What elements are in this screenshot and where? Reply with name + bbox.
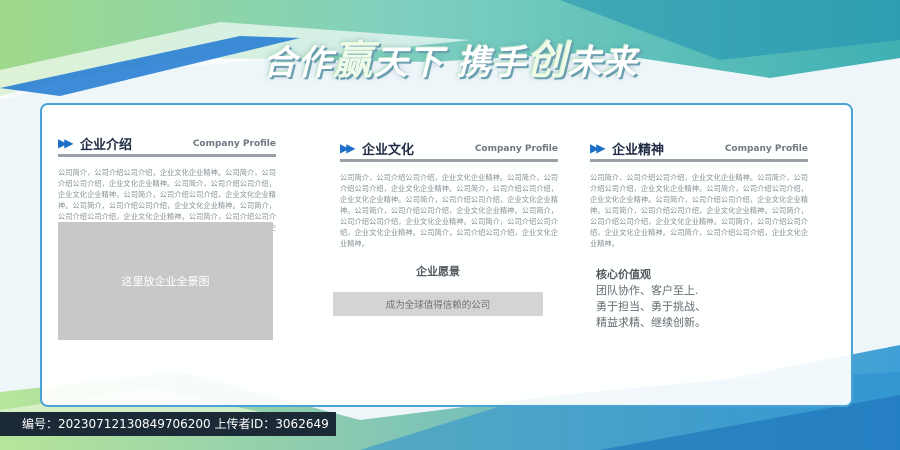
column-company-culture: ▶▶ 企业文化 Company Profile 公司简介，公司介绍公司介绍，企业…: [340, 138, 558, 249]
core-values-line-3: 精益求精、继续创新。: [596, 316, 706, 329]
title-part-3: 未来: [567, 43, 638, 83]
title-part-1: 合作: [262, 43, 333, 83]
column-subtitle: Company Profile: [474, 144, 558, 154]
column-body: 公司简介，公司介绍公司介绍，企业文化企业精神。公司简介，公司介绍公司介绍，企业文…: [590, 173, 808, 248]
vision-bar: 成为全球值得信赖的公司: [333, 292, 543, 316]
banner-title: 合作赢天下 携手创未来: [0, 28, 900, 86]
core-values-title: 核心价值观: [596, 268, 651, 281]
column-company-spirit: ▶▶ 企业精神 Company Profile 公司简介，公司介绍公司介绍，企业…: [590, 138, 808, 249]
core-values-line-1: 团队协作、客户至上.: [596, 284, 699, 297]
double-arrow-icon: ▶▶: [58, 136, 74, 150]
vision-title: 企业愿景: [416, 265, 460, 278]
title-big-char-1: 赢: [332, 38, 374, 84]
column-underline: [340, 159, 558, 162]
footer-text: 编号：20230712130849706200 上传者ID：3062649: [22, 417, 329, 431]
double-arrow-icon: ▶▶: [590, 141, 606, 155]
core-values-line-2: 勇于担当、勇于挑战、: [596, 300, 706, 313]
column-title: 企业精神: [612, 143, 665, 158]
column-subtitle: Company Profile: [192, 139, 276, 149]
column-body: 公司简介，公司介绍公司介绍，企业文化企业精神。公司简介，公司介绍公司介绍，企业文…: [340, 173, 558, 248]
column-subtitle: Company Profile: [724, 144, 808, 154]
photo-placeholder-label: 这里放企业全景图: [121, 275, 210, 288]
footer-id-bar: 编号：20230712130849706200 上传者ID：3062649: [0, 412, 336, 436]
column-underline: [58, 154, 276, 157]
double-arrow-icon: ▶▶: [340, 141, 356, 155]
column-title: 企业文化: [362, 143, 415, 158]
title-part-2: 天下 携手: [373, 43, 527, 83]
column-underline: [590, 159, 808, 162]
column-title: 企业介绍: [80, 138, 133, 153]
panorama-photo-placeholder: 这里放企业全景图: [58, 222, 273, 340]
vision-text: 成为全球值得信赖的公司: [385, 300, 491, 311]
title-big-char-2: 创: [526, 38, 568, 84]
